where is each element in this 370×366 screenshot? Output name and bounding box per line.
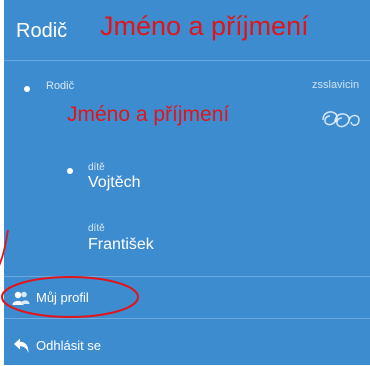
school-name[interactable]: zsslavicin xyxy=(312,79,359,91)
highlight-ellipse xyxy=(1,276,139,318)
back-arrow-icon xyxy=(14,338,29,353)
menu-item-label: Odhlásit se xyxy=(36,338,102,353)
annotation-edge-mark xyxy=(0,229,9,266)
account-role: Rodič xyxy=(46,80,75,92)
menu-header: Rodič Jméno a příjmení xyxy=(4,0,370,61)
child-label: dítě xyxy=(88,162,105,173)
school-logo-icon xyxy=(322,111,360,128)
child-bullet-selected xyxy=(67,168,73,174)
account-bullet xyxy=(24,86,30,92)
menu-title: Rodič xyxy=(16,20,68,42)
annotation-name: Jméno a příjmení xyxy=(100,11,309,41)
child-name-vojtech[interactable]: Vojtěch xyxy=(88,174,140,192)
child-name-frantisek[interactable]: František xyxy=(88,236,154,254)
child-label: dítě xyxy=(88,223,105,234)
menu-item-logout[interactable]: Odhlásit se xyxy=(4,326,370,366)
annotation-account-name: Jméno a příjmení xyxy=(67,103,230,126)
